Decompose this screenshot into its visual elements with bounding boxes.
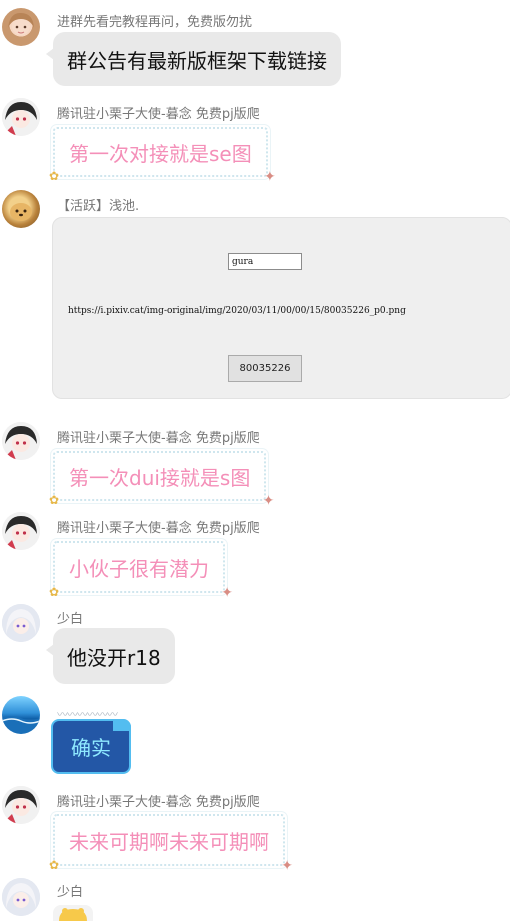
- character-decoration-icon: ✦: [264, 169, 276, 185]
- message-bubble[interactable]: 小伙子很有潜力 ✿ ✦: [49, 541, 233, 601]
- sender-nickname: 腾讯驻小栗子大使-暮念 免费pj版爬: [57, 521, 260, 536]
- avatar[interactable]: [2, 512, 40, 550]
- avatar[interactable]: [2, 878, 40, 916]
- message-bubble[interactable]: 第一次dui接就是s图 ✿ ✦: [49, 451, 274, 509]
- image-id-button[interactable]: 80035226: [228, 355, 302, 382]
- avatar[interactable]: [2, 8, 40, 46]
- message-bubble[interactable]: 未来可期啊未来可期啊 ✿ ✦: [49, 814, 293, 874]
- message-text: 未来可期啊未来可期啊: [69, 829, 269, 854]
- avatar[interactable]: [2, 604, 40, 642]
- message-text: 小伙子很有潜力: [69, 556, 209, 581]
- sticker-message[interactable]: [53, 905, 93, 921]
- sender-nickname: 【活跃】浅池.: [57, 199, 140, 214]
- message-bubble[interactable]: 群公告有最新版框架下载链接: [46, 32, 341, 86]
- app-card[interactable]: gura https://i.pixiv.cat/img-original/im…: [52, 217, 510, 399]
- flower-decoration-icon: ✿: [49, 493, 60, 507]
- bubble-corner-icon: [113, 719, 131, 731]
- sender-nickname: 少白: [57, 885, 84, 900]
- character-decoration-icon: ✦: [221, 585, 233, 601]
- sender-nickname: 腾讯驻小栗子大使-暮念 免费pj版爬: [57, 795, 260, 810]
- image-url[interactable]: https://i.pixiv.cat/img-original/img/202…: [68, 306, 406, 316]
- message-text: 确实: [71, 736, 111, 760]
- avatar[interactable]: [2, 786, 40, 824]
- message-text: 第一次对接就是se图: [69, 141, 252, 166]
- keyword-input[interactable]: gura: [228, 253, 302, 270]
- avatar[interactable]: [2, 696, 40, 734]
- message-bubble[interactable]: 他没开r18: [46, 628, 175, 684]
- sender-nickname: 进群先看完教程再问，免费版勿扰: [57, 15, 253, 30]
- message-bubble[interactable]: 确实: [51, 719, 131, 774]
- character-decoration-icon: ✦: [281, 858, 293, 874]
- sender-nickname: 腾讯驻小栗子大使-暮念 免费pj版爬: [57, 107, 260, 122]
- character-decoration-icon: ✦: [262, 493, 275, 509]
- sender-nickname: 少白: [57, 612, 84, 627]
- avatar[interactable]: [2, 422, 40, 460]
- message-text: 第一次dui接就是s图: [69, 465, 251, 490]
- sender-nickname: 腾讯驻小栗子大使-暮念 免费pj版爬: [57, 431, 260, 446]
- flower-decoration-icon: ✿: [49, 858, 60, 872]
- avatar[interactable]: [2, 98, 40, 136]
- message-bubble[interactable]: 第一次对接就是se图 ✿ ✦: [49, 127, 276, 185]
- flower-decoration-icon: ✿: [49, 169, 60, 183]
- flower-decoration-icon: ✿: [49, 585, 60, 599]
- avatar[interactable]: [2, 190, 40, 228]
